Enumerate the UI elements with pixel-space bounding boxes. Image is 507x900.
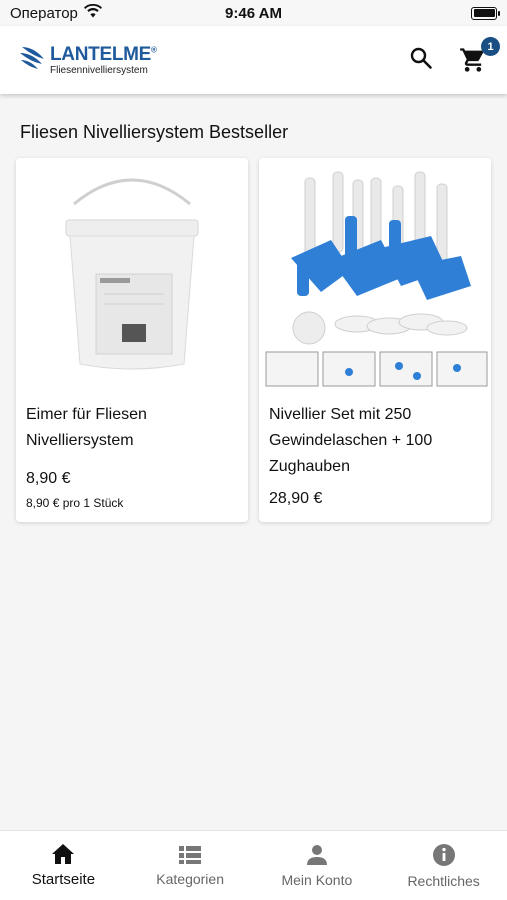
status-bar: Оператор 9:46 AM — [0, 0, 507, 26]
app-header: LANTELME® Fliesennivelliersystem 1 — [0, 26, 507, 94]
product-image-leveling-set — [259, 158, 491, 390]
cart-badge: 1 — [481, 37, 500, 56]
logo-brand: LANTELME® — [50, 43, 157, 65]
brand-logo[interactable]: LANTELME® Fliesennivelliersystem — [20, 43, 157, 78]
product-price: 28,90 € — [269, 490, 323, 507]
nav-label: Startseite — [31, 871, 96, 888]
product-card[interactable]: Nivellier Set mit 250 Gewindelaschen + 1… — [259, 158, 491, 522]
list-icon — [178, 845, 202, 865]
wing-logo-icon — [20, 43, 48, 78]
nav-label: Kategorien — [156, 870, 224, 887]
product-title[interactable]: Nivellier Set mit 250 Gewindelaschen + 1… — [269, 402, 481, 480]
nav-label: Rechtliches — [407, 872, 480, 889]
battery-icon — [471, 6, 500, 20]
wifi-icon — [83, 3, 102, 22]
carrier-label: Оператор — [10, 4, 78, 22]
status-left: Оператор — [10, 3, 102, 22]
product-image-bucket — [16, 158, 248, 390]
product-unit-price: 8,90 € pro 1 Stück — [26, 496, 124, 510]
logo-subtitle: Fliesennivelliersystem — [50, 64, 148, 76]
nav-label: Mein Konto — [281, 871, 353, 888]
product-title[interactable]: Eimer für Fliesen Nivelliersystem — [26, 402, 238, 454]
cart-button[interactable]: 1 — [459, 37, 500, 74]
section-title: Fliesen Nivelliersystem Bestseller — [20, 122, 289, 142]
nav-item-rechtliches[interactable]: Rechtliches — [380, 831, 507, 900]
home-icon — [51, 843, 75, 865]
info-icon — [432, 843, 456, 867]
person-icon — [305, 844, 329, 866]
product-card[interactable]: Eimer für Fliesen Nivelliersystem 8,90 €… — [16, 158, 248, 522]
bottom-nav: Startseite Kategorien Mein Konto Rechtli… — [0, 830, 507, 900]
cart-icon — [459, 48, 487, 78]
nav-item-startseite[interactable]: Startseite — [0, 831, 127, 900]
product-price: 8,90 € — [26, 470, 71, 487]
status-time: 9:46 AM — [225, 4, 282, 22]
search-icon[interactable] — [409, 46, 433, 75]
nav-item-mein-konto[interactable]: Mein Konto — [254, 831, 381, 900]
nav-item-kategorien[interactable]: Kategorien — [127, 831, 254, 900]
